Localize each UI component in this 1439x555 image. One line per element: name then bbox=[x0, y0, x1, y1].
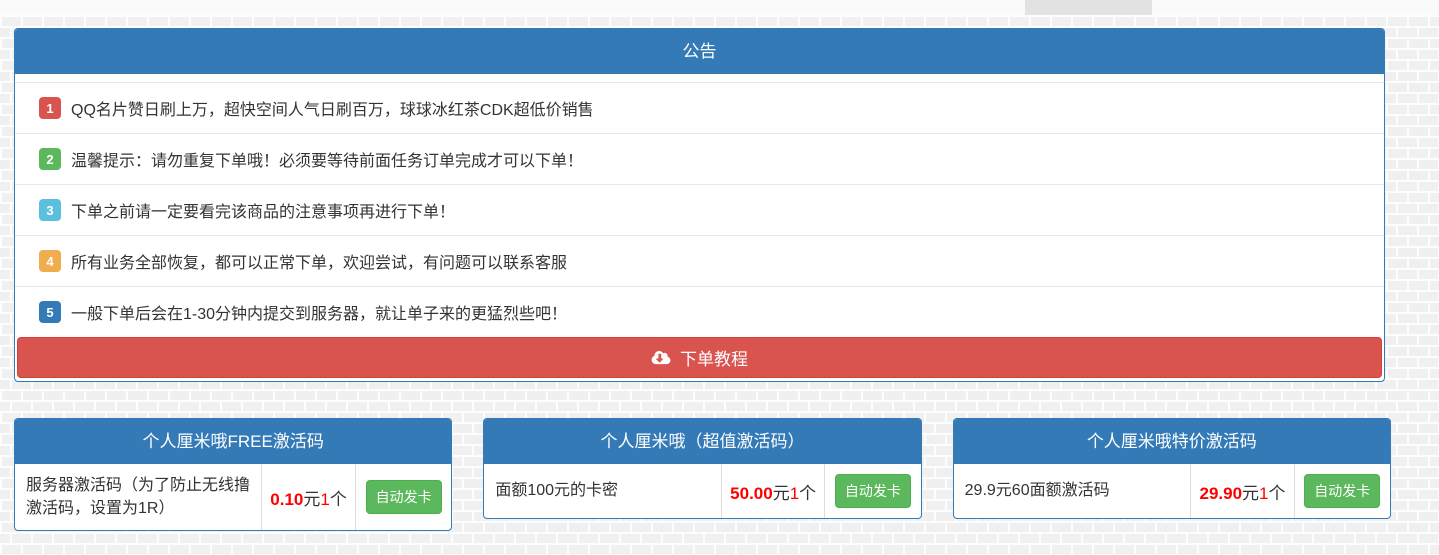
top-white-strip bbox=[0, 0, 1439, 15]
currency-label: 元 bbox=[303, 490, 320, 509]
unit-label: 个 bbox=[799, 484, 816, 503]
quantity-value: 1 bbox=[1259, 484, 1268, 503]
announcement-list: 1 QQ名片赞日刷上万，超快空间人气日刷百万，球球冰红茶CDK超低价销售 2 温… bbox=[15, 74, 1384, 337]
product-name: 29.9元60面额激活码 bbox=[954, 464, 1191, 518]
announcement-item-1: 1 QQ名片赞日刷上万，超快空间人气日刷百万，球球冰红茶CDK超低价销售 bbox=[15, 82, 1384, 133]
product-card-value: 个人厘米哦（超值激活码） 面额100元的卡密 50.00元1个 自动发卡 bbox=[483, 418, 921, 519]
announcement-item-text: 所有业务全部恢复，都可以正常下单，欢迎尝试，有问题可以联系客服 bbox=[71, 249, 567, 273]
item-number-badge: 5 bbox=[39, 301, 61, 323]
item-number-badge: 1 bbox=[39, 97, 61, 119]
quantity-value: 1 bbox=[790, 484, 799, 503]
auto-deliver-button[interactable]: 自动发卡 bbox=[366, 480, 442, 514]
product-cards-row: 个人厘米哦FREE激活码 服务器激活码（为了防止无线撸激活码，设置为1R） 0.… bbox=[14, 418, 1391, 531]
product-card-title: 个人厘米哦特价激活码 bbox=[954, 419, 1390, 464]
product-price: 50.00元1个 bbox=[722, 464, 825, 518]
unit-label: 个 bbox=[1269, 484, 1286, 503]
auto-deliver-button[interactable]: 自动发卡 bbox=[835, 474, 911, 508]
unit-label: 个 bbox=[330, 490, 347, 509]
product-row: 29.9元60面额激活码 29.90元1个 自动发卡 bbox=[954, 464, 1390, 518]
top-gray-box bbox=[1025, 0, 1152, 15]
product-card-title: 个人厘米哦FREE激活码 bbox=[15, 419, 451, 464]
auto-deliver-button[interactable]: 自动发卡 bbox=[1304, 474, 1380, 508]
product-row: 面额100元的卡密 50.00元1个 自动发卡 bbox=[484, 464, 920, 518]
product-row: 服务器激活码（为了防止无线撸激活码，设置为1R） 0.10元1个 自动发卡 bbox=[15, 464, 451, 530]
quantity-value: 1 bbox=[320, 490, 329, 509]
price-value: 0.10 bbox=[270, 490, 303, 509]
announcement-panel: 公告 1 QQ名片赞日刷上万，超快空间人气日刷百万，球球冰红茶CDK超低价销售 … bbox=[14, 28, 1385, 382]
announcement-item-text: QQ名片赞日刷上万，超快空间人气日刷百万，球球冰红茶CDK超低价销售 bbox=[71, 96, 594, 120]
announcement-item-4: 4 所有业务全部恢复，都可以正常下单，欢迎尝试，有问题可以联系客服 bbox=[15, 235, 1384, 286]
announcement-item-text: 下单之前请一定要看完该商品的注意事项再进行下单！ bbox=[71, 198, 455, 222]
product-card-special: 个人厘米哦特价激活码 29.9元60面额激活码 29.90元1个 自动发卡 bbox=[953, 418, 1391, 519]
item-number-badge: 4 bbox=[39, 250, 61, 272]
product-price: 29.90元1个 bbox=[1191, 464, 1294, 518]
announcement-item-text: 温馨提示：请勿重复下单哦！必须要等待前面任务订单完成才可以下单！ bbox=[71, 147, 583, 171]
product-name: 面额100元的卡密 bbox=[484, 464, 721, 518]
product-action-cell: 自动发卡 bbox=[825, 464, 921, 518]
announcement-item-3: 3 下单之前请一定要看完该商品的注意事项再进行下单！ bbox=[15, 184, 1384, 235]
currency-label: 元 bbox=[773, 484, 790, 503]
product-action-cell: 自动发卡 bbox=[355, 464, 451, 530]
product-price: 0.10元1个 bbox=[262, 464, 356, 530]
product-card-title: 个人厘米哦（超值激活码） bbox=[484, 419, 920, 464]
product-card-free: 个人厘米哦FREE激活码 服务器激活码（为了防止无线撸激活码，设置为1R） 0.… bbox=[14, 418, 452, 531]
cloud-download-icon bbox=[651, 350, 671, 365]
order-tutorial-label: 下单教程 bbox=[680, 345, 748, 370]
price-value: 29.90 bbox=[1199, 484, 1242, 503]
product-table: 服务器激活码（为了防止无线撸激活码，设置为1R） 0.10元1个 自动发卡 bbox=[15, 464, 451, 530]
product-table: 29.9元60面额激活码 29.90元1个 自动发卡 bbox=[954, 464, 1390, 518]
announcement-item-text: 一般下单后会在1-30分钟内提交到服务器，就让单子来的更猛烈些吧！ bbox=[71, 300, 567, 324]
product-name: 服务器激活码（为了防止无线撸激活码，设置为1R） bbox=[15, 464, 262, 530]
product-action-cell: 自动发卡 bbox=[1294, 464, 1390, 518]
item-number-badge: 2 bbox=[39, 148, 61, 170]
item-number-badge: 3 bbox=[39, 199, 61, 221]
announcement-item-2: 2 温馨提示：请勿重复下单哦！必须要等待前面任务订单完成才可以下单！ bbox=[15, 133, 1384, 184]
currency-label: 元 bbox=[1242, 484, 1259, 503]
price-value: 50.00 bbox=[730, 484, 773, 503]
product-table: 面额100元的卡密 50.00元1个 自动发卡 bbox=[484, 464, 920, 518]
announcement-item-5: 5 一般下单后会在1-30分钟内提交到服务器，就让单子来的更猛烈些吧！ bbox=[15, 286, 1384, 337]
announcement-panel-title: 公告 bbox=[15, 29, 1384, 74]
order-tutorial-button[interactable]: 下单教程 bbox=[17, 337, 1382, 378]
